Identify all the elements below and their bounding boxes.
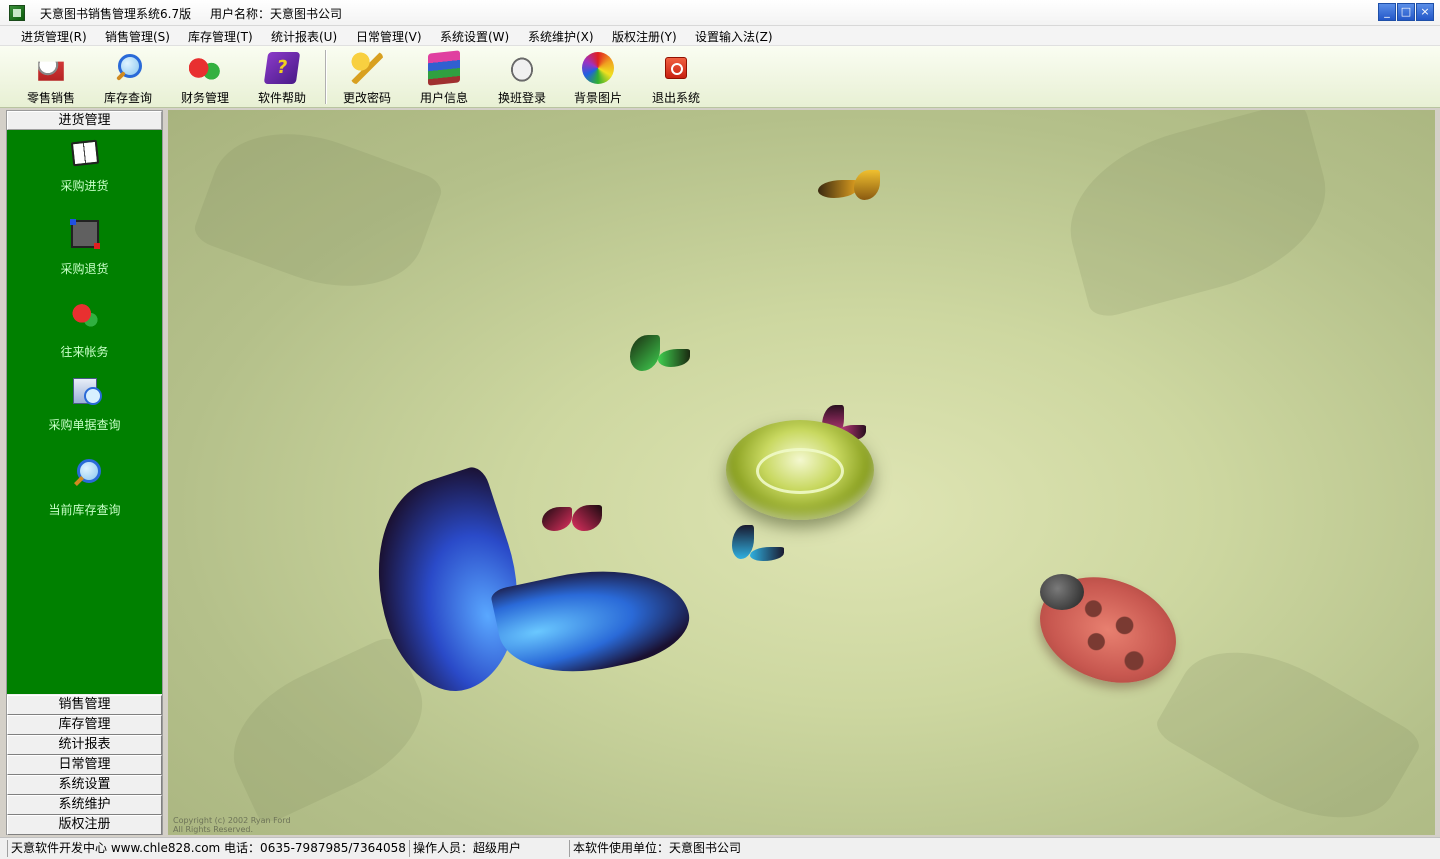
sidebar-header-purchase[interactable]: 进货管理 — [7, 111, 162, 130]
status-operator: 操作人员：超级用户 — [409, 840, 565, 857]
retail-sales-button[interactable]: 零售销售 — [13, 50, 89, 106]
menu-input-method[interactable]: 设置输入法(Z) — [695, 28, 773, 45]
exit-button[interactable]: 退出系统 — [638, 50, 714, 106]
menu-bar: 进货管理(R) 销售管理(S) 库存管理(T) 统计报表(U) 日常管理(V) … — [0, 26, 1440, 46]
sidebar-tab-sales[interactable]: 销售管理 — [7, 695, 162, 715]
sidebar-item-purchase-in[interactable]: 采购进货 — [7, 135, 162, 205]
user-name-label: 用户名称：天意图书公司 — [210, 7, 343, 21]
green-butterfly-image — [630, 335, 694, 379]
sidebar-item-label: 采购进货 — [60, 179, 109, 193]
menu-daily[interactable]: 日常管理(V) — [356, 28, 422, 45]
toolbar-label: 库存查询 — [103, 91, 152, 105]
menu-purchase[interactable]: 进货管理(R) — [21, 28, 87, 45]
shift-login-button[interactable]: 换班登录 — [484, 50, 560, 106]
ladybug-head-image — [1040, 574, 1084, 610]
money-icon — [189, 52, 221, 84]
sidebar-item-purchase-return[interactable]: 采购退货 — [7, 214, 162, 284]
wallpaper-area: Copyright (c) 2002 Ryan Ford All Rights … — [168, 110, 1435, 835]
window-controls: _ □ × — [1378, 3, 1434, 21]
copyright-line: Copyright (c) 2002 Ryan Ford — [173, 816, 291, 825]
toolbar-separator — [325, 50, 327, 104]
help-button[interactable]: 软件帮助 — [244, 50, 320, 106]
toolbar-label: 零售销售 — [26, 91, 75, 105]
return-icon — [69, 219, 100, 249]
inventory-query-button[interactable]: 库存查询 — [90, 50, 166, 106]
toolbar-label: 背景图片 — [573, 91, 622, 105]
status-bar: 天意软件开发中心 www.chle828.com 电话：0635-7987985… — [0, 837, 1440, 859]
toolbar-label: 换班登录 — [497, 91, 546, 105]
window-title: 天意图书销售管理系统6.7版 — [40, 7, 192, 21]
sidebar-item-label: 当前库存查询 — [48, 503, 121, 517]
sidebar-tab-daily[interactable]: 日常管理 — [7, 755, 162, 775]
finance-button[interactable]: 财务管理 — [167, 50, 243, 106]
toolbar: 零售销售 库存查询 财务管理 软件帮助 更改密码 用户信息 换班登录 背景图片 … — [0, 46, 1440, 108]
toolbar-label: 财务管理 — [180, 91, 229, 105]
menu-maintenance[interactable]: 系统维护(X) — [528, 28, 594, 45]
red-butterfly-image — [542, 505, 606, 539]
status-company: 天意软件开发中心 www.chle828.com 电话：0635-7987985… — [7, 840, 406, 857]
magnifier-icon — [69, 457, 101, 489]
menu-inventory[interactable]: 库存管理(T) — [188, 28, 253, 45]
book-icon — [70, 139, 99, 167]
status-unit: 本软件使用单位：天意图书公司 — [569, 840, 869, 857]
blue-butterfly-image — [348, 463, 698, 720]
palette-icon — [582, 52, 614, 84]
menu-registration[interactable]: 版权注册(Y) — [612, 28, 677, 45]
menu-settings[interactable]: 系统设置(W) — [440, 28, 509, 45]
leaf-texture — [190, 110, 446, 314]
title-bar: 天意图书销售管理系统6.7版 用户名称：天意图书公司 _ □ × — [0, 0, 1440, 26]
books-icon — [428, 50, 460, 86]
sidebar-item-label: 往来帐务 — [60, 345, 109, 359]
sidebar-tab-settings[interactable]: 系统设置 — [7, 775, 162, 795]
q-logo-button-image — [726, 420, 874, 520]
magnifier-icon — [112, 52, 144, 84]
sidebar-item-label: 采购退货 — [60, 262, 109, 276]
sidebar: 进货管理 采购进货 采购退货 往来帐务 采购单据查询 当前库存查询 销售管理 库… — [6, 110, 163, 835]
user-info-button[interactable]: 用户信息 — [406, 50, 482, 106]
minimize-button[interactable]: _ — [1378, 3, 1396, 21]
close-button[interactable]: × — [1416, 3, 1434, 21]
cyan-butterfly-image — [732, 525, 792, 569]
change-password-button[interactable]: 更改密码 — [329, 50, 405, 106]
money-icon — [68, 299, 101, 331]
leaf-texture — [1151, 618, 1425, 835]
menu-sales[interactable]: 销售管理(S) — [105, 28, 170, 45]
handshake-icon — [506, 52, 538, 84]
copyright-line: All Rights Reserved. — [173, 825, 254, 834]
sidebar-tab-registration[interactable]: 版权注册 — [7, 815, 162, 835]
maximize-button[interactable]: □ — [1397, 3, 1415, 21]
sidebar-item-label: 采购单据查询 — [48, 418, 121, 432]
key-icon — [351, 52, 383, 84]
sidebar-item-accounts[interactable]: 往来帐务 — [7, 293, 162, 363]
sidebar-tab-reports[interactable]: 统计报表 — [7, 735, 162, 755]
sidebar-item-purchase-query[interactable]: 采购单据查询 — [7, 372, 162, 442]
background-image-button[interactable]: 背景图片 — [560, 50, 636, 106]
sidebar-tab-inventory[interactable]: 库存管理 — [7, 715, 162, 735]
toolbar-label: 软件帮助 — [257, 91, 306, 105]
help-book-icon — [263, 52, 301, 84]
sidebar-tabs: 销售管理 库存管理 统计报表 日常管理 系统设置 系统维护 版权注册 — [7, 695, 162, 835]
toolbar-label: 退出系统 — [651, 91, 700, 105]
menu-reports[interactable]: 统计报表(U) — [271, 28, 337, 45]
toolbar-label: 用户信息 — [419, 91, 468, 105]
sidebar-tab-maintenance[interactable]: 系统维护 — [7, 795, 162, 815]
sidebar-item-stock-query[interactable]: 当前库存查询 — [7, 451, 162, 521]
toolbar-label: 更改密码 — [342, 91, 391, 105]
app-icon[interactable] — [9, 5, 25, 21]
sidebar-panel: 采购进货 采购退货 往来帐务 采购单据查询 当前库存查询 — [7, 130, 162, 694]
document-search-icon — [72, 378, 102, 405]
wallpaper-copyright: Copyright (c) 2002 Ryan Ford All Rights … — [173, 816, 291, 834]
leaf-texture — [1051, 110, 1345, 321]
yellow-butterfly-image — [818, 170, 888, 210]
power-icon — [665, 57, 687, 79]
cash-register-icon — [38, 61, 64, 81]
